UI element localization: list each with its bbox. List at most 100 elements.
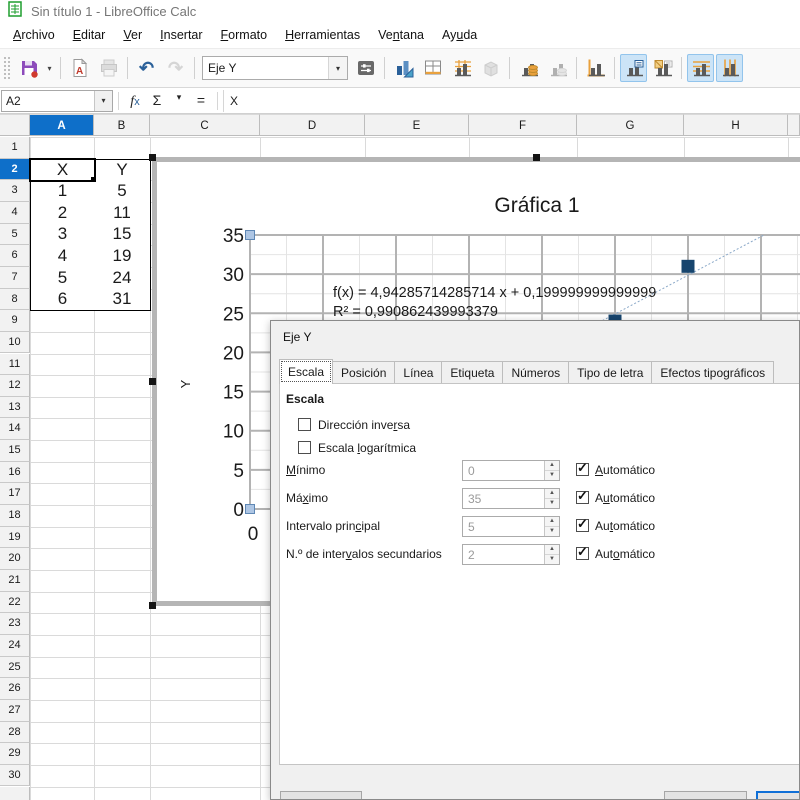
row-header-5[interactable]: 5 xyxy=(0,224,30,246)
row-header-18[interactable]: 18 xyxy=(0,505,30,527)
row-header-23[interactable]: 23 xyxy=(0,613,30,635)
spin-down-icon[interactable]: ▼ xyxy=(545,499,559,508)
chart-grid-icon[interactable] xyxy=(448,54,475,82)
row-header-9[interactable]: 9 xyxy=(0,310,30,332)
menu-formato[interactable]: Formato xyxy=(212,24,277,46)
tab-etiqueta[interactable]: Etiqueta xyxy=(441,361,503,384)
row-header-4[interactable]: 4 xyxy=(0,202,30,224)
selector-dropdown-icon[interactable]: ▾ xyxy=(328,57,347,79)
spin-up-icon[interactable]: ▲ xyxy=(545,517,559,527)
table-cell[interactable]: 19 xyxy=(94,245,151,268)
checkbox-automatico-2[interactable]: ✓ xyxy=(576,491,589,504)
row-header-15[interactable]: 15 xyxy=(0,440,30,462)
save-dropdown[interactable]: ▾ xyxy=(43,54,56,82)
row-header-1[interactable]: 1 xyxy=(0,137,30,159)
sum-icon[interactable]: Σ xyxy=(146,92,168,110)
table-cell[interactable]: 5 xyxy=(94,180,151,203)
tab-numeros[interactable]: Números xyxy=(502,361,569,384)
row-header-8[interactable]: 8 xyxy=(0,289,30,311)
column-header-F[interactable]: F xyxy=(469,114,577,136)
spin-buttons[interactable]: ▲▼ xyxy=(544,517,559,536)
checkbox-direccion-inversa[interactable] xyxy=(298,418,311,431)
row-header-26[interactable]: 26 xyxy=(0,678,30,700)
table-cell[interactable]: 5 xyxy=(30,267,95,290)
menu-editar[interactable]: Editar xyxy=(64,24,115,46)
function-wizard-icon[interactable]: fx xyxy=(124,92,146,110)
table-cell[interactable]: 3 xyxy=(30,224,95,247)
row-header-28[interactable]: 28 xyxy=(0,722,30,744)
column-header-partial[interactable] xyxy=(788,114,800,136)
checkbox-automatico-1[interactable]: ✓ xyxy=(576,463,589,476)
titles-icon[interactable] xyxy=(649,54,676,82)
row-header-11[interactable]: 11 xyxy=(0,354,30,376)
spin-down-icon[interactable]: ▼ xyxy=(545,527,559,536)
cancel-button[interactable] xyxy=(664,791,747,800)
row-header-31[interactable] xyxy=(0,787,30,800)
format-selection-icon[interactable] xyxy=(352,54,379,82)
checkbox-escala-logaritmica[interactable] xyxy=(298,441,311,454)
menu-insertar[interactable]: Insertar xyxy=(151,24,211,46)
save-icon[interactable] xyxy=(15,54,42,82)
chart-resize-handle[interactable] xyxy=(149,378,156,385)
spin-field-intervalos-secundarios[interactable]: 2▲▼ xyxy=(462,544,560,565)
column-header-G[interactable]: G xyxy=(577,114,684,136)
fill-handle[interactable] xyxy=(91,177,96,182)
formula-icon[interactable]: = xyxy=(190,92,212,110)
column-header-H[interactable]: H xyxy=(684,114,788,136)
row-header-24[interactable]: 24 xyxy=(0,635,30,657)
export-pdf-icon[interactable]: A xyxy=(66,54,93,82)
chart-resize-handle[interactable] xyxy=(533,154,540,161)
vertical-grid-icon[interactable] xyxy=(716,54,743,82)
table-cell[interactable]: 24 xyxy=(94,267,151,290)
chart-type-icon[interactable] xyxy=(390,54,417,82)
spin-buttons[interactable]: ▲▼ xyxy=(544,545,559,564)
spin-field-minimo[interactable]: 0▲▼ xyxy=(462,460,560,481)
tab-escala[interactable]: Escala xyxy=(279,359,333,384)
row-header-2[interactable]: 2 xyxy=(0,159,30,181)
row-header-17[interactable]: 17 xyxy=(0,483,30,505)
spin-down-icon[interactable]: ▼ xyxy=(545,555,559,564)
row-header-21[interactable]: 21 xyxy=(0,570,30,592)
spin-up-icon[interactable]: ▲ xyxy=(545,461,559,471)
table-cell[interactable]: 4 xyxy=(30,245,95,268)
spin-buttons[interactable]: ▲▼ xyxy=(544,461,559,480)
3d-view-icon[interactable] xyxy=(477,54,504,82)
column-header-E[interactable]: E xyxy=(365,114,469,136)
chart-element-selector[interactable]: Eje Y▾ xyxy=(202,56,348,80)
tab-tipo-de-letra[interactable]: Tipo de letra xyxy=(568,361,652,384)
data-point-icon[interactable] xyxy=(544,54,571,82)
menu-ver[interactable]: Ver xyxy=(114,24,151,46)
redo-icon[interactable]: ↷ xyxy=(162,54,189,82)
data-series-icon[interactable] xyxy=(515,54,542,82)
axes-icon[interactable] xyxy=(582,54,609,82)
checkbox-automatico-3[interactable]: ✓ xyxy=(576,519,589,532)
row-header-7[interactable]: 7 xyxy=(0,267,30,289)
print-icon[interactable] xyxy=(95,54,122,82)
row-header-13[interactable]: 13 xyxy=(0,397,30,419)
checkbox-automatico-4[interactable]: ✓ xyxy=(576,547,589,560)
row-header-6[interactable]: 6 xyxy=(0,245,30,267)
legend-icon[interactable] xyxy=(620,54,647,82)
toolbar-grip[interactable] xyxy=(3,56,10,80)
tab-efectos-tipograficos[interactable]: Efectos tipográficos xyxy=(651,361,774,384)
table-cell[interactable]: Y xyxy=(94,159,151,182)
name-box[interactable]: A2 ▾ xyxy=(1,90,113,112)
spin-field-maximo[interactable]: 35▲▼ xyxy=(462,488,560,509)
row-header-30[interactable]: 30 xyxy=(0,765,30,787)
row-header-22[interactable]: 22 xyxy=(0,592,30,614)
row-header-16[interactable]: 16 xyxy=(0,462,30,484)
undo-icon[interactable]: ↶ xyxy=(133,54,160,82)
row-header-12[interactable]: 12 xyxy=(0,375,30,397)
row-header-25[interactable]: 25 xyxy=(0,657,30,679)
namebox-dropdown-icon[interactable]: ▾ xyxy=(94,91,112,111)
data-table-icon[interactable] xyxy=(419,54,446,82)
spin-down-icon[interactable]: ▼ xyxy=(545,471,559,480)
row-header-10[interactable]: 10 xyxy=(0,332,30,354)
spin-buttons[interactable]: ▲▼ xyxy=(544,489,559,508)
column-header-D[interactable]: D xyxy=(260,114,365,136)
row-header-14[interactable]: 14 xyxy=(0,418,30,440)
column-header-A[interactable]: A xyxy=(30,114,94,136)
sum-dropdown-icon[interactable]: ▾ xyxy=(168,92,190,110)
tab-posicion[interactable]: Posición xyxy=(332,361,395,384)
spin-field-intervalo-principal[interactable]: 5▲▼ xyxy=(462,516,560,537)
